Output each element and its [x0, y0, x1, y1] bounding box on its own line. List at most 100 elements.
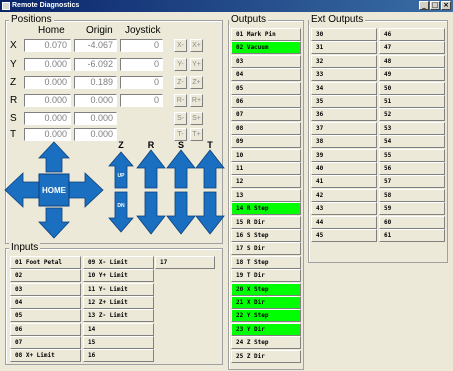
ext-output-cell[interactable]: 43 — [311, 202, 377, 216]
s-minus-button[interactable]: S- — [174, 112, 187, 125]
ext-output-cell[interactable]: 56 — [379, 162, 445, 175]
z-minus-button[interactable]: Z- — [174, 76, 187, 89]
s-up-arrow[interactable] — [166, 149, 196, 189]
output-cell[interactable]: 23 Y Dir — [231, 322, 301, 336]
ext-output-cell[interactable]: 53 — [379, 121, 445, 135]
ext-output-cell[interactable]: 47 — [379, 41, 445, 55]
ext-output-cell[interactable]: 49 — [379, 68, 445, 82]
output-cell[interactable]: 12 — [231, 175, 301, 189]
ext-output-cell[interactable]: 55 — [379, 148, 445, 162]
output-cell[interactable]: 09 — [231, 135, 301, 149]
t-down-arrow[interactable] — [195, 191, 225, 235]
r-minus-button[interactable]: R- — [174, 94, 187, 107]
r-plus-button[interactable]: R+ — [190, 94, 203, 107]
ext-output-cell[interactable]: 38 — [311, 135, 377, 149]
s-down-arrow[interactable] — [166, 191, 196, 235]
ext-output-cell[interactable]: 30 — [311, 28, 377, 41]
output-cell[interactable]: 07 — [231, 108, 301, 122]
home-value-z: 0.000 — [24, 76, 71, 89]
output-cell[interactable]: 17 S Dir — [231, 242, 301, 256]
output-cell[interactable]: 02 Vacuum — [231, 41, 301, 55]
ext-output-cell[interactable]: 44 — [311, 215, 377, 229]
s-plus-button[interactable]: S+ — [190, 112, 203, 125]
ext-output-cell[interactable]: 39 — [311, 148, 377, 162]
y-plus-button[interactable]: Y+ — [190, 58, 203, 71]
y-minus-button[interactable]: Y- — [174, 58, 187, 71]
z-plus-button[interactable]: Z+ — [190, 76, 203, 89]
ext-output-cell[interactable]: 42 — [311, 188, 377, 202]
ext-output-cell[interactable]: 36 — [311, 108, 377, 122]
ext-output-cell[interactable]: 46 — [379, 28, 445, 41]
output-cell[interactable]: 25 Z Dir — [231, 349, 301, 363]
close-button[interactable]: × — [441, 1, 451, 10]
output-cell[interactable]: 08 — [231, 121, 301, 135]
ext-output-cell[interactable]: 31 — [311, 41, 377, 55]
input-cell: 02 — [10, 269, 81, 283]
ext-output-cell[interactable]: 57 — [379, 175, 445, 189]
output-cell[interactable]: 04 — [231, 68, 301, 82]
origin-value-z: 0.189 — [74, 76, 117, 89]
output-cell[interactable]: 20 X Step — [231, 282, 301, 296]
output-cell[interactable]: 06 — [231, 95, 301, 108]
r-down-arrow[interactable] — [136, 191, 166, 235]
input-cell: 07 — [10, 335, 81, 349]
z-down-arrow[interactable] — [108, 191, 134, 233]
input-cell: 16 — [83, 349, 154, 363]
output-cell[interactable]: 16 S Step — [231, 229, 301, 242]
ext-output-cell[interactable]: 45 — [311, 229, 377, 242]
input-cell: 12 Z+ Limit — [83, 295, 154, 309]
axis-label-t: T — [10, 129, 17, 140]
ext-output-cell[interactable]: 60 — [379, 215, 445, 229]
output-cell[interactable]: 10 — [231, 148, 301, 162]
z-up-label: UP — [118, 173, 126, 179]
ext-output-cell[interactable]: 54 — [379, 135, 445, 149]
t-up-arrow[interactable] — [195, 149, 225, 189]
joystick-value-r: 0 — [120, 94, 163, 107]
r-up-arrow[interactable] — [136, 149, 166, 189]
ext-output-cell[interactable]: 61 — [379, 229, 445, 242]
output-cell[interactable]: 03 — [231, 54, 301, 68]
output-cell[interactable]: 14 R Step — [231, 202, 301, 216]
jog-left-arrow[interactable] — [4, 172, 40, 208]
jog-up-arrow[interactable] — [38, 141, 70, 173]
origin-column-header: Origin — [86, 25, 113, 36]
ext-output-cell[interactable]: 59 — [379, 202, 445, 216]
maximize-button[interactable]: □ — [430, 1, 440, 10]
axis-label-z: Z — [10, 77, 17, 88]
output-cell[interactable]: 05 — [231, 81, 301, 95]
input-cell: 11 Y- Limit — [83, 282, 154, 296]
output-cell[interactable]: 19 T Dir — [231, 269, 301, 283]
z-up-arrow[interactable] — [108, 151, 134, 189]
jog-right-arrow[interactable] — [68, 172, 104, 208]
origin-value-r: 0.000 — [74, 94, 117, 107]
output-cell[interactable]: 15 R Dir — [231, 215, 301, 229]
output-cell[interactable]: 18 T Step — [231, 255, 301, 269]
output-cell[interactable]: 22 Y Step — [231, 309, 301, 323]
output-cell[interactable]: 21 X Dir — [231, 296, 301, 309]
output-cell[interactable]: 13 — [231, 188, 301, 202]
output-cell[interactable]: 24 Z Step — [231, 336, 301, 350]
jog-axis-label-s: S — [178, 140, 184, 150]
ext-output-cell[interactable]: 41 — [311, 175, 377, 189]
ext-output-cell[interactable]: 58 — [379, 188, 445, 202]
ext-output-cell[interactable]: 35 — [311, 95, 377, 108]
output-cell[interactable]: 01 Mark Pin — [231, 28, 301, 41]
ext-output-cell[interactable]: 48 — [379, 54, 445, 68]
ext-output-cell[interactable]: 52 — [379, 108, 445, 122]
ext-output-cell[interactable]: 50 — [379, 81, 445, 95]
ext-output-cell[interactable]: 37 — [311, 121, 377, 135]
ext-output-cell[interactable]: 34 — [311, 81, 377, 95]
output-cell[interactable]: 11 — [231, 162, 301, 175]
home-value-r: 0.000 — [24, 94, 71, 107]
jog-down-arrow[interactable] — [38, 207, 70, 239]
ext-output-cell[interactable]: 51 — [379, 95, 445, 108]
minimize-button[interactable]: _ — [419, 1, 429, 10]
z-down-label: DN — [117, 203, 125, 209]
ext-output-cell[interactable]: 33 — [311, 68, 377, 82]
jog-axis-label-t: T — [207, 140, 213, 150]
ext-output-cell[interactable]: 40 — [311, 162, 377, 175]
joystick-column-header: Joystick — [125, 25, 161, 36]
x-minus-button[interactable]: X- — [174, 39, 187, 52]
x-plus-button[interactable]: X+ — [190, 39, 203, 52]
ext-output-cell[interactable]: 32 — [311, 54, 377, 68]
